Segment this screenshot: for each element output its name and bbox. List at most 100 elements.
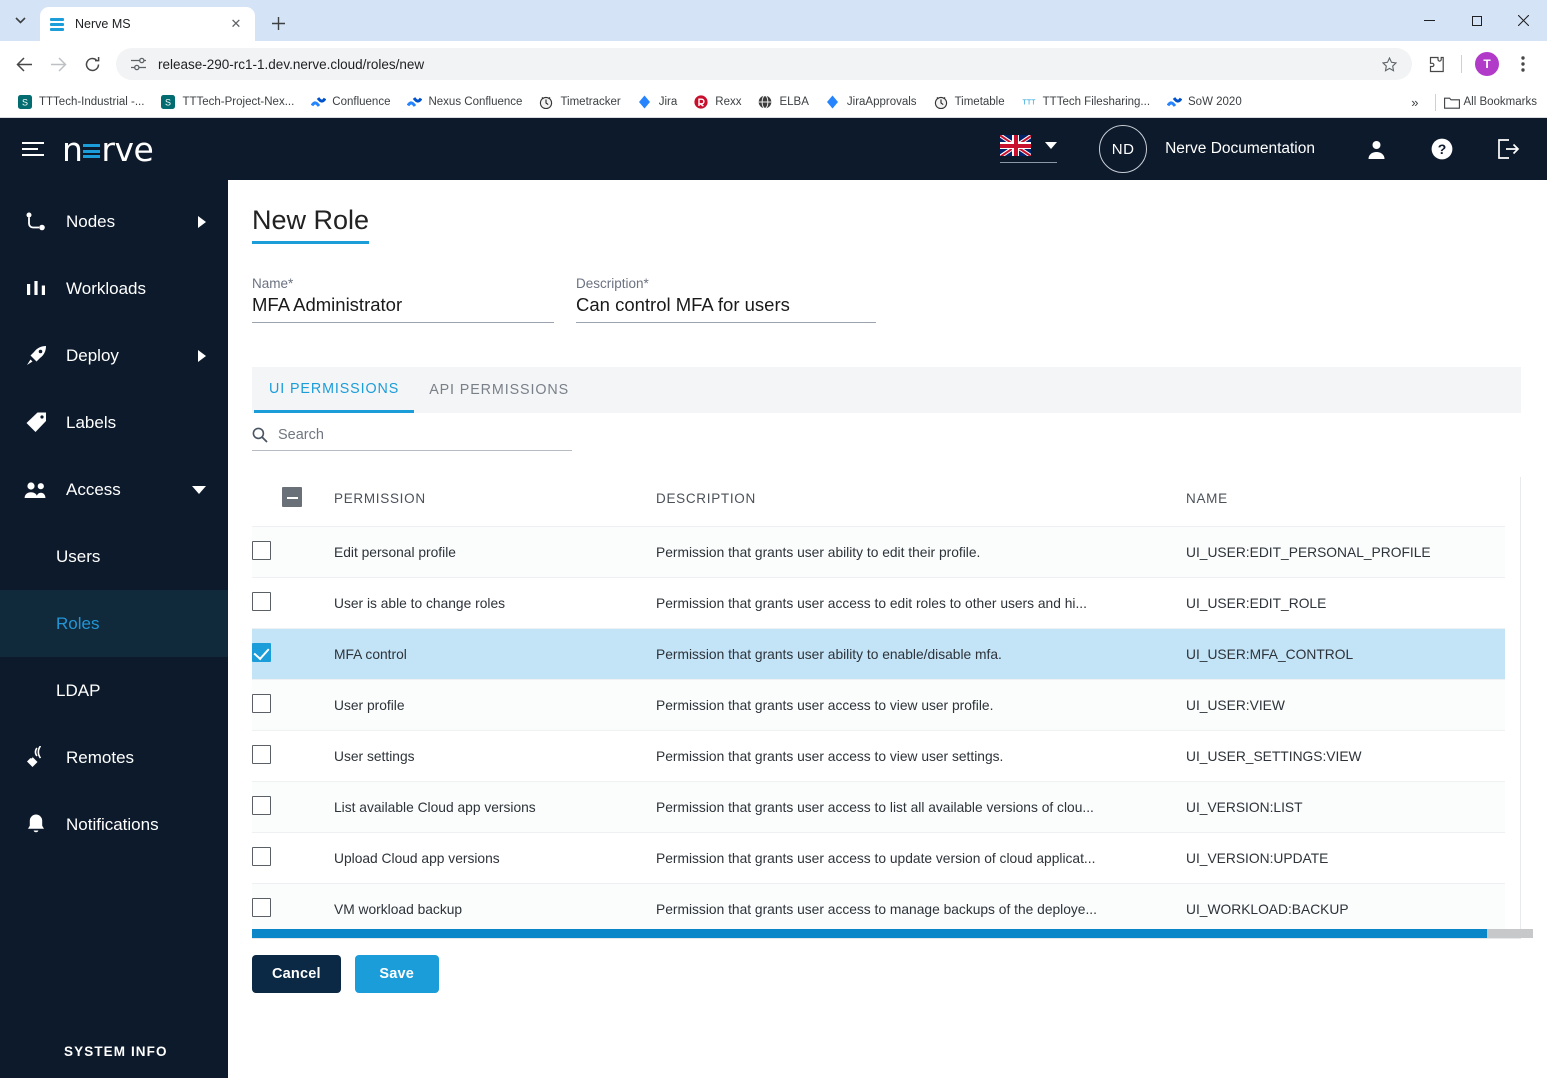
bookmark-label: Nexus Confluence [428, 96, 523, 108]
row-checkbox[interactable] [252, 541, 271, 561]
profile-avatar[interactable]: T [1471, 48, 1503, 80]
tab-api-permissions[interactable]: API PERMISSIONS [414, 367, 584, 413]
chrome-menu-icon[interactable] [1507, 48, 1539, 80]
column-header-name[interactable]: NAME [1186, 477, 1505, 528]
tab-search-chevron-icon[interactable] [0, 0, 40, 41]
reload-icon[interactable] [76, 48, 108, 80]
user-icon[interactable] [1359, 132, 1393, 166]
tab-ui-permissions[interactable]: UI PERMISSIONS [254, 367, 415, 414]
cancel-button[interactable]: Cancel [252, 955, 341, 994]
maximize-button[interactable] [1453, 0, 1500, 41]
sidebar-item-label: Nodes [66, 211, 116, 231]
profile-initial: T [1475, 52, 1499, 76]
scrollbar-thumb[interactable] [1520, 793, 1521, 845]
site-settings-icon[interactable] [128, 54, 148, 74]
bookmark-item[interactable]: Jira [630, 91, 685, 113]
description-input[interactable]: Can control MFA for users [576, 294, 876, 324]
jira-icon [637, 94, 653, 110]
sidebar-item-labels[interactable]: Labels [0, 389, 228, 456]
sidebar-item-deploy[interactable]: Deploy [0, 322, 228, 389]
browser-toolbar: release-290-rc1-1.dev.nerve.cloud/roles/… [0, 41, 1547, 87]
help-icon[interactable]: ? [1425, 132, 1459, 166]
sidebar-item-nodes[interactable]: Nodes [0, 188, 228, 255]
sidebar-item-access[interactable]: Access [0, 456, 228, 523]
avatar[interactable]: ND [1099, 125, 1148, 173]
bookmarks-overflow-button[interactable]: » [1403, 92, 1426, 113]
sidebar-item-label: Labels [66, 412, 117, 432]
cell-name: UI_VERSION:LIST [1186, 781, 1505, 834]
bookmark-item[interactable]: S TTTech-Project-Nex... [153, 91, 301, 113]
row-checkbox[interactable] [252, 847, 271, 867]
user-name: Nerve Documentation [1165, 140, 1315, 157]
row-checkbox[interactable] [252, 796, 271, 816]
sidebar-item-users[interactable]: Users [0, 523, 228, 590]
description-text: Permission that grants user access to ed… [656, 595, 1087, 611]
close-window-button[interactable] [1500, 0, 1547, 41]
back-icon[interactable] [8, 48, 40, 80]
bookmark-item[interactable]: ELBA [750, 91, 815, 113]
bookmark-item[interactable]: SoW 2020 [1159, 91, 1249, 113]
remotes-icon [22, 746, 50, 769]
table-row[interactable]: User settings Permission that grants use… [252, 730, 1505, 783]
row-checkbox[interactable] [252, 694, 271, 714]
bookmark-item[interactable]: Timetable [926, 91, 1012, 113]
column-header-permission[interactable]: PERMISSION [334, 477, 656, 528]
new-tab-button[interactable] [263, 8, 293, 38]
language-selector[interactable] [1000, 135, 1058, 163]
scrollbar-thumb[interactable] [252, 929, 1487, 939]
close-icon[interactable]: ✕ [227, 15, 245, 33]
url-text: release-290-rc1-1.dev.nerve.cloud/roles/… [158, 56, 425, 72]
permissions-tabs: UI PERMISSIONS API PERMISSIONS [252, 367, 1521, 414]
table-row[interactable]: Edit personal profile Permission that gr… [252, 526, 1505, 579]
minimize-button[interactable] [1406, 0, 1453, 41]
bookmark-item[interactable]: Rexx [686, 91, 748, 113]
cell-description: Permission that grants user access to vi… [656, 679, 1186, 732]
table-row[interactable]: User is able to change roles Permission … [252, 577, 1505, 630]
sidebar-item-remotes[interactable]: Remotes [0, 724, 228, 791]
sidebar-item-notifications[interactable]: Notifications [0, 791, 228, 858]
all-bookmarks-label[interactable]: All Bookmarks [1464, 96, 1538, 108]
sidebar-item-label: Remotes [66, 747, 135, 767]
permission-text: VM workload backup [334, 901, 463, 917]
bookmark-item[interactable]: Timetracker [531, 91, 627, 113]
select-all-checkbox[interactable] [282, 487, 302, 508]
table-vertical-scrollbar[interactable] [1520, 477, 1521, 929]
row-checkbox[interactable] [252, 643, 271, 663]
hamburger-icon[interactable] [22, 138, 48, 160]
table-row[interactable]: List available Cloud app versions Permis… [252, 781, 1505, 834]
cell-description: Permission that grants user access to ma… [656, 883, 1186, 930]
search-input[interactable]: Search [252, 427, 572, 452]
browser-window: Nerve MS ✕ release-290-rc1-1.dev.nerve.c… [0, 0, 1547, 1078]
table-row[interactable]: Upload Cloud app versions Permission tha… [252, 832, 1505, 885]
bookmark-star-icon[interactable] [1378, 56, 1400, 72]
sidebar-item-workloads[interactable]: Workloads [0, 255, 228, 322]
table-row[interactable]: User profile Permission that grants user… [252, 679, 1505, 732]
table-row[interactable]: MFA control Permission that grants user … [252, 628, 1505, 681]
table-horizontal-scrollbar[interactable] [252, 929, 1533, 939]
row-checkbox[interactable] [252, 898, 271, 918]
cell-permission: User profile [334, 679, 656, 732]
bookmark-item[interactable]: Nexus Confluence [399, 91, 529, 113]
logout-icon[interactable] [1491, 132, 1525, 166]
bookmark-item[interactable]: TTT TTTech Filesharing... [1014, 91, 1157, 113]
column-header-description[interactable]: DESCRIPTION [656, 477, 1186, 528]
bookmark-item[interactable]: Confluence [303, 91, 397, 113]
table-row[interactable]: VM workload backup Permission that grant… [252, 883, 1505, 930]
bookmark-item[interactable]: S TTTech-Industrial -... [10, 91, 151, 113]
sidebar-item-ldap[interactable]: LDAP [0, 657, 228, 724]
row-checkbox[interactable] [252, 745, 271, 765]
name-input[interactable]: MFA Administrator [252, 294, 554, 324]
browser-tab[interactable]: Nerve MS ✕ [40, 7, 255, 41]
row-checkbox[interactable] [252, 592, 271, 612]
cell-permission: VM workload backup [334, 883, 656, 930]
page-title: New Role [252, 206, 370, 245]
deploy-rocket-icon [22, 344, 50, 367]
cell-name: UI_VERSION:UPDATE [1186, 832, 1505, 885]
extensions-icon[interactable] [1420, 48, 1452, 80]
system-info-link[interactable]: SYSTEM INFO [0, 1044, 228, 1078]
address-bar[interactable]: release-290-rc1-1.dev.nerve.cloud/roles/… [116, 48, 1412, 80]
bookmark-item[interactable]: JiraApprovals [818, 91, 924, 113]
sidebar-item-roles[interactable]: Roles [0, 590, 228, 657]
save-button[interactable]: Save [354, 955, 439, 994]
main-content: New Role Name* MFA Administrator Descrip… [228, 180, 1547, 1078]
